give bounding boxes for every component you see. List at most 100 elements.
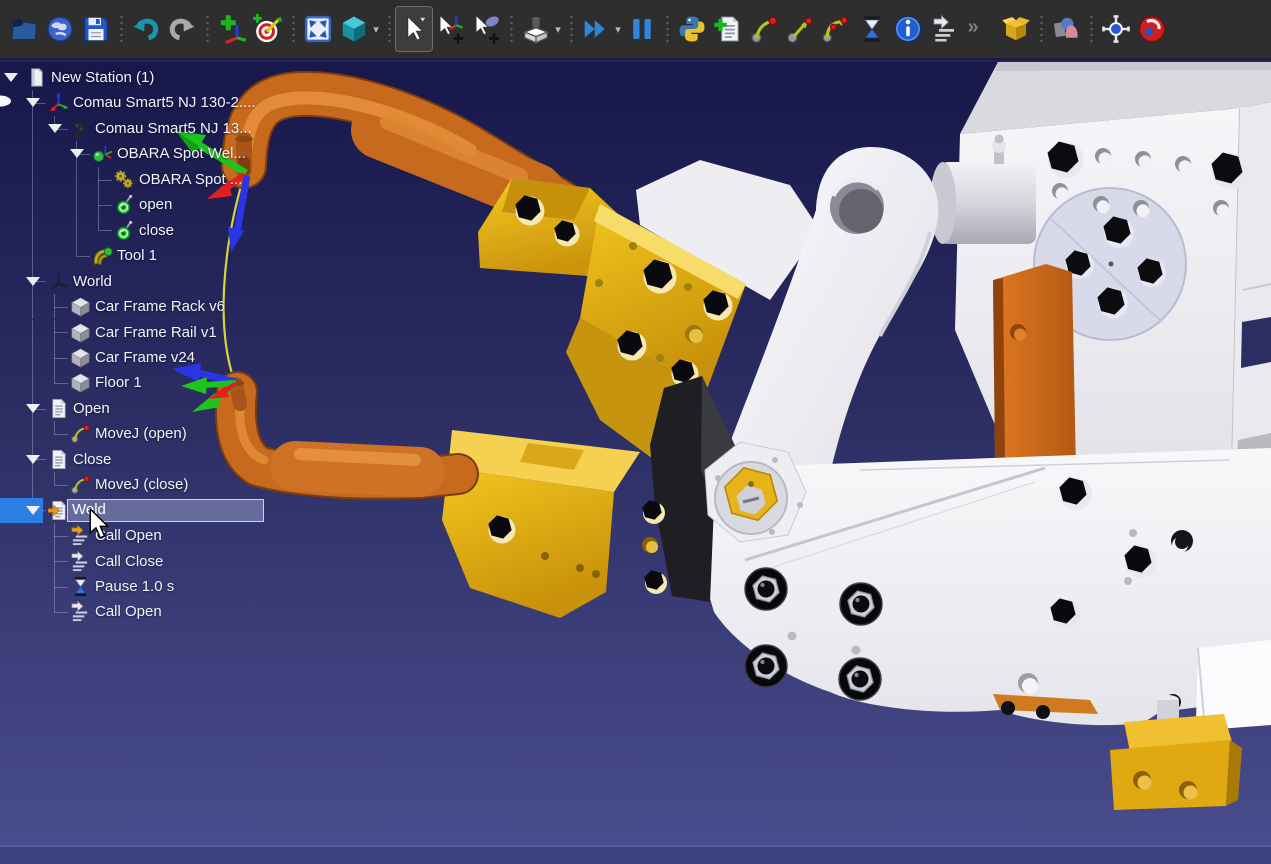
- tree-expand-arrow-icon[interactable]: [26, 404, 40, 413]
- isometric-view-button[interactable]: [336, 7, 372, 51]
- display-box-button[interactable]: [518, 7, 554, 51]
- move-reference-cursor-button[interactable]: [432, 7, 468, 51]
- tree-expand-arrow-icon[interactable]: [26, 277, 40, 286]
- center-target-button[interactable]: [1098, 7, 1134, 51]
- move-circular-instruction-button[interactable]: [818, 7, 854, 51]
- tree-guide-line: [32, 116, 33, 141]
- move-linear-instruction-button[interactable]: [782, 7, 818, 51]
- tree-item-label: close: [139, 218, 174, 243]
- gears-icon: [114, 169, 135, 190]
- select-cursor-button[interactable]: [396, 7, 432, 51]
- add-reference-frame-icon: [217, 14, 247, 44]
- tree-item-label: Tool 1: [117, 243, 157, 268]
- tree-expand-arrow-icon[interactable]: [26, 455, 40, 464]
- toolbar-overflow-chevron-icon[interactable]: »: [962, 16, 984, 39]
- target-icon: [114, 194, 135, 215]
- fast-simulation-icon: [581, 14, 611, 44]
- tree-guide-line: [32, 218, 33, 243]
- tree-row-movej-open[interactable]: MoveJ (open): [0, 421, 420, 446]
- open-online-library-button[interactable]: [42, 7, 78, 51]
- tree-row-call-open[interactable]: Call Open: [0, 523, 420, 548]
- toolbar-separator: [1086, 12, 1096, 46]
- tree-item-label: Car Frame Rack v6: [95, 294, 225, 319]
- tree-guide-stub: [54, 358, 68, 359]
- toolbar-separator: [662, 12, 672, 46]
- progcall_w-icon: [70, 551, 91, 572]
- tree-expand-arrow-icon[interactable]: [26, 98, 40, 107]
- tree-row-comau-smart5-nj-130-2[interactable]: Comau Smart5 NJ 130-2....: [0, 90, 420, 115]
- tree-row-car-frame-rail-v1[interactable]: Car Frame Rail v1: [0, 320, 420, 345]
- tree-expand-arrow-icon[interactable]: [48, 124, 62, 133]
- tree-expand-arrow-icon[interactable]: [26, 506, 40, 515]
- progdoc-icon: [48, 449, 69, 470]
- tree-item-label: MoveJ (open): [95, 421, 187, 446]
- tree-guide-stub: [54, 485, 68, 486]
- tree-guide-line: [32, 192, 33, 217]
- move-tool-cursor-button[interactable]: [468, 7, 504, 51]
- tree-row-new-station-1[interactable]: New Station (1): [0, 65, 420, 90]
- tree-row-car-frame-rack-v6[interactable]: Car Frame Rack v6: [0, 294, 420, 319]
- tree-item-label: Car Frame Rail v1: [95, 320, 217, 345]
- show-message-instruction-button[interactable]: [890, 7, 926, 51]
- tree-guide-line: [32, 320, 33, 345]
- tree-row-close[interactable]: Close: [0, 447, 420, 472]
- record-button[interactable]: [1134, 7, 1170, 51]
- pause-simulation-button[interactable]: [624, 7, 660, 51]
- tree-guide-line: [76, 167, 77, 192]
- tree-row-weld[interactable]: Weld: [0, 498, 420, 523]
- tree-guide-line: [54, 599, 55, 612]
- add-program-button[interactable]: [710, 7, 746, 51]
- tree-guide-line: [32, 370, 33, 395]
- tree-row-open[interactable]: Open: [0, 396, 420, 421]
- toolbar-separator: [202, 12, 212, 46]
- hourglass-icon: [70, 576, 91, 597]
- tree-guide-stub: [54, 612, 68, 613]
- cube-icon: [70, 347, 91, 368]
- tree-row-call-close[interactable]: Call Close: [0, 549, 420, 574]
- tree-expand-arrow-icon[interactable]: [70, 149, 84, 158]
- tree-row-world[interactable]: World: [0, 269, 420, 294]
- tree-row-tool-1[interactable]: Tool 1: [0, 243, 420, 268]
- tree-row-obara-spot[interactable]: OBARA Spot ...: [0, 167, 420, 192]
- station-icon: [26, 67, 47, 88]
- gun-orange-bracket-plate[interactable]: [993, 264, 1076, 478]
- tree-row-floor-1[interactable]: Floor 1: [0, 370, 420, 395]
- undo-button[interactable]: [128, 7, 164, 51]
- robot-icon: [70, 118, 91, 139]
- tree-row-call-open[interactable]: Call Open: [0, 599, 420, 624]
- tree-row-car-frame-v24[interactable]: Car Frame v24: [0, 345, 420, 370]
- program-call-instruction-button[interactable]: [926, 7, 962, 51]
- fit-all-icon: [303, 14, 333, 44]
- tree-row-comau-smart5-nj-13[interactable]: Comau Smart5 NJ 13...: [0, 116, 420, 141]
- tree-expand-arrow-icon[interactable]: [4, 73, 18, 82]
- save-station-button[interactable]: [78, 7, 114, 51]
- center-target-icon: [1101, 14, 1131, 44]
- collision-shapes-button[interactable]: [1048, 7, 1084, 51]
- fast-simulation-button[interactable]: [578, 7, 614, 51]
- tree-row-movej-close[interactable]: MoveJ (close): [0, 472, 420, 497]
- progmain-icon: [48, 500, 69, 521]
- tree-row-close[interactable]: close: [0, 218, 420, 243]
- tree-item-label: Comau Smart5 NJ 13...: [95, 116, 252, 141]
- add-target-button[interactable]: [250, 7, 286, 51]
- tree-row-obara-spot-wel[interactable]: OBARA Spot Wel...: [0, 141, 420, 166]
- move-joint-instruction-button[interactable]: [746, 7, 782, 51]
- tree-guide-stub: [54, 307, 68, 308]
- open-file-button[interactable]: [6, 7, 42, 51]
- tree-rename-input[interactable]: Weld: [67, 499, 264, 522]
- tree-row-open[interactable]: open: [0, 192, 420, 217]
- tree-row-pause-1-0-s[interactable]: Pause 1.0 s: [0, 574, 420, 599]
- gripper-icon: [92, 245, 113, 266]
- redo-icon: [167, 14, 197, 44]
- redo-button[interactable]: [164, 7, 200, 51]
- tree-item-label: MoveJ (close): [95, 472, 188, 497]
- tree-item-label: Car Frame v24: [95, 345, 195, 370]
- export-simulation-button[interactable]: [998, 7, 1034, 51]
- export-simulation-icon: [1001, 14, 1031, 44]
- pause-instruction-button[interactable]: [854, 7, 890, 51]
- add-reference-frame-button[interactable]: [214, 7, 250, 51]
- add-python-program-button[interactable]: [674, 7, 710, 51]
- tree-guide-stub: [54, 536, 68, 537]
- tree-guide-stub: [98, 230, 112, 231]
- fit-all-button[interactable]: [300, 7, 336, 51]
